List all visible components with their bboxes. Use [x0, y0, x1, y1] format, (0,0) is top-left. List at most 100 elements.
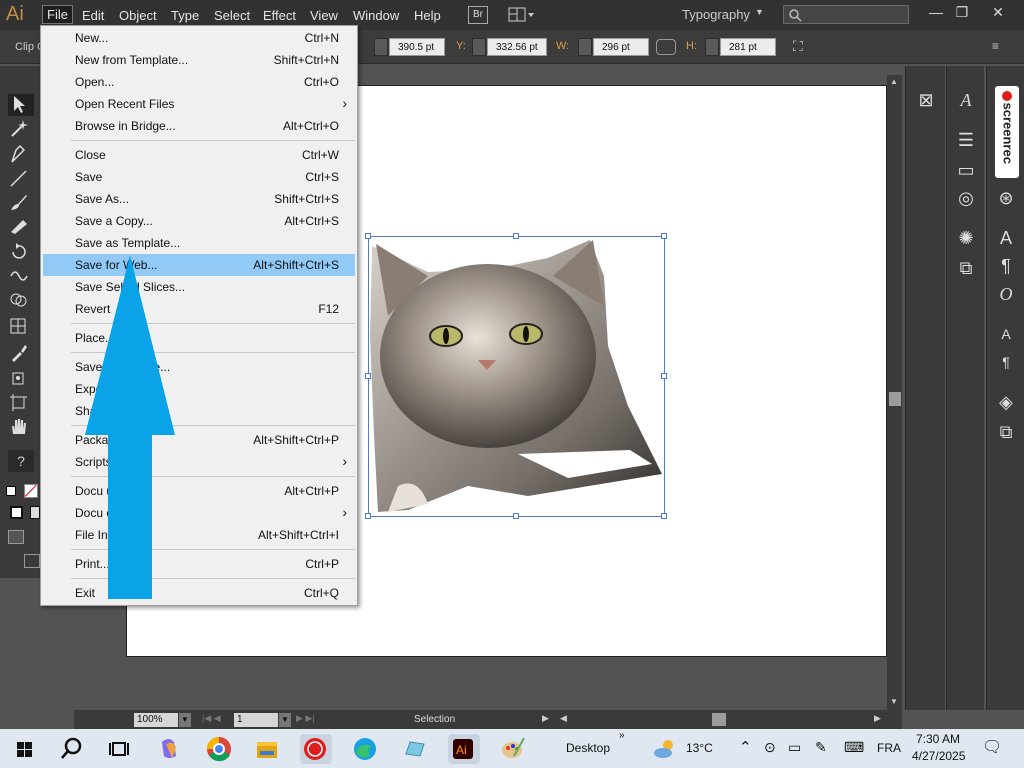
pen-icon[interactable]: ✎ [815, 739, 827, 756]
device-icon[interactable]: ⊙ [764, 739, 776, 756]
transform-icon[interactable]: ⛶ [793, 38, 813, 56]
menu-type[interactable]: Type [166, 7, 204, 24]
menu-help[interactable]: Help [409, 7, 446, 24]
artboard-dropdown-icon[interactable]: ▼ [279, 713, 291, 727]
input-language-indicator[interactable]: FRA [877, 741, 901, 755]
desktop-toolbar-label[interactable]: Desktop [566, 741, 610, 755]
menu-view[interactable]: View [305, 7, 343, 24]
menu-item-new-from-template[interactable]: New from Template... Shift+Ctrl+N [43, 49, 355, 71]
x-field[interactable]: 390.5 pt [389, 38, 445, 56]
resize-handle[interactable] [513, 513, 519, 519]
rotate-tool-icon[interactable] [8, 242, 34, 264]
line-tool-icon[interactable] [8, 168, 34, 190]
selection-bounding-box[interactable] [365, 233, 667, 519]
menu-item-new[interactable]: New... Ctrl+N [43, 27, 355, 49]
character-styles-panel-icon[interactable]: A [994, 322, 1018, 346]
opentype-panel-icon[interactable]: O [994, 282, 1018, 306]
align-panel-icon[interactable]: ☰ [954, 128, 978, 152]
toolbar-overflow-icon[interactable]: » [619, 730, 625, 741]
hand-tool-icon[interactable] [8, 416, 34, 438]
shape-builder-tool-icon[interactable] [8, 290, 34, 312]
paint-app-icon[interactable] [498, 734, 530, 764]
resize-handle[interactable] [661, 373, 667, 379]
menu-edit[interactable]: Edit [77, 7, 109, 24]
y-stepper[interactable] [472, 38, 486, 56]
menu-item-open-recent[interactable]: Open Recent Files › [43, 93, 355, 115]
scroll-thumb[interactable] [889, 392, 901, 406]
w-stepper[interactable] [578, 38, 592, 56]
notification-center-icon[interactable]: 🗨 [982, 737, 1002, 757]
paragraph-styles-panel-icon[interactable]: ¶ [994, 350, 1018, 374]
x-stepper[interactable] [374, 38, 388, 56]
close-button[interactable]: ✕ [984, 2, 1012, 24]
paragraph-panel-icon[interactable]: ¶ [994, 254, 1018, 278]
constrain-proportions-icon[interactable] [656, 39, 676, 55]
keyboard-icon[interactable]: ⌨ [844, 739, 864, 756]
resize-handle[interactable] [365, 233, 371, 239]
w-field[interactable]: 296 pt [593, 38, 649, 56]
status-menu-icon[interactable]: ▶ [542, 713, 549, 724]
symbol-sprayer-tool-icon[interactable] [8, 366, 34, 388]
bridge-button[interactable]: Br [468, 6, 488, 24]
resize-handle[interactable] [365, 373, 371, 379]
layers-panel-icon[interactable]: ◈ [994, 390, 1018, 414]
gradient-panel-icon[interactable]: ▭ [954, 158, 978, 182]
color-guide-icon[interactable]: ⊛ [994, 186, 1018, 210]
menu-file[interactable]: File [42, 5, 73, 24]
menu-select[interactable]: Select [209, 7, 255, 24]
panel-menu-icon[interactable]: ≡ [992, 39, 999, 53]
warp-tool-icon[interactable] [8, 266, 34, 288]
screenrec-app-icon[interactable] [300, 734, 332, 764]
menu-item-save-as[interactable]: Save As... Shift+Ctrl+S [43, 188, 355, 210]
fill-color-swatch[interactable] [10, 506, 23, 519]
help-icon[interactable]: ? [8, 450, 34, 472]
illustrator-app-icon[interactable]: Ai [448, 734, 480, 764]
file-explorer-icon[interactable] [252, 734, 284, 764]
resize-handle[interactable] [365, 513, 371, 519]
eyedropper-tool-icon[interactable] [8, 342, 34, 364]
scroll-left-icon[interactable]: ◀ [560, 713, 567, 724]
menu-item-save[interactable]: Save Ctrl+S [43, 166, 355, 188]
character-styles-icon[interactable]: A [954, 88, 978, 112]
perspective-grid-tool-icon[interactable] [8, 316, 34, 338]
menu-object[interactable]: Object [114, 7, 162, 24]
symbols-panel-icon[interactable]: ✺ [954, 226, 978, 250]
copilot-icon[interactable] [154, 734, 186, 764]
battery-icon[interactable]: ▭ [788, 739, 801, 756]
screen-mode-icon[interactable] [24, 554, 40, 568]
scroll-down-icon[interactable]: ▼ [890, 697, 898, 706]
appearance-panel-icon[interactable]: ◎ [954, 186, 978, 210]
minimize-button[interactable]: — [922, 2, 950, 24]
task-view-icon[interactable] [104, 734, 136, 764]
menu-effect[interactable]: Effect [258, 7, 301, 24]
clock-date[interactable]: 4/27/2025 [912, 749, 965, 763]
h-stepper[interactable] [705, 38, 719, 56]
shaper-tool-icon[interactable] [8, 216, 34, 238]
store-app-icon[interactable] [400, 734, 432, 764]
menu-item-browse-in-bridge[interactable]: Browse in Bridge... Alt+Ctrl+O [43, 115, 355, 137]
vertical-scrollbar[interactable]: ▲ ▼ [887, 75, 902, 710]
edge-icon[interactable] [350, 734, 382, 764]
weather-temperature[interactable]: 13°C [686, 741, 713, 755]
h-field[interactable]: 281 pt [720, 38, 776, 56]
drawing-mode-icon[interactable] [8, 530, 24, 544]
character-panel-icon[interactable]: A [994, 226, 1018, 250]
scroll-right-icon[interactable]: ▶ [874, 713, 881, 724]
next-artboard-icon[interactable]: ▶ ▶| [296, 713, 315, 724]
resize-handle[interactable] [661, 233, 667, 239]
artboard-tool-icon[interactable] [8, 392, 34, 414]
arrange-documents-icon[interactable] [508, 7, 536, 23]
workspace-switcher[interactable]: Typography ▼ [675, 6, 769, 24]
menu-item-open[interactable]: Open... Ctrl+O [43, 71, 355, 93]
weather-icon[interactable] [650, 734, 682, 764]
transform-panel-icon[interactable]: ⧉ [954, 256, 978, 280]
start-button-icon[interactable] [10, 734, 42, 764]
help-search-input[interactable] [783, 5, 909, 24]
first-artboard-icon[interactable]: |◀ ◀ [202, 713, 221, 724]
resize-handle[interactable] [661, 513, 667, 519]
menu-item-save-a-copy[interactable]: Save a Copy... Alt+Ctrl+S [43, 210, 355, 232]
stroke-color-swatch[interactable] [30, 506, 40, 519]
menu-window[interactable]: Window [348, 7, 404, 24]
y-field[interactable]: 332.56 pt [487, 38, 547, 56]
chrome-icon[interactable] [204, 734, 236, 764]
